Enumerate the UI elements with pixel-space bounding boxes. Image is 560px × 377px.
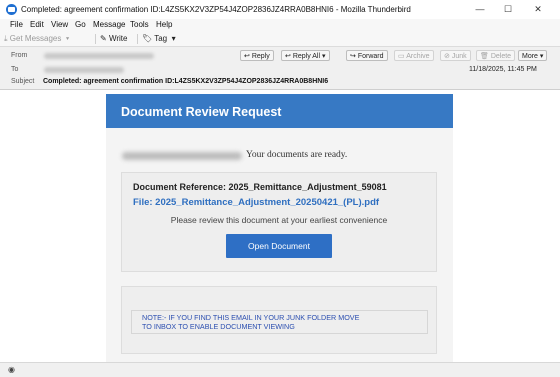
reply-all-button[interactable]: ↩ Reply All ▾ bbox=[281, 50, 330, 61]
reply-button[interactable]: ↩ Reply bbox=[240, 50, 274, 61]
write-label: Write bbox=[108, 34, 128, 43]
subject-value: Completed: agreement confirmation ID:L4Z… bbox=[43, 78, 329, 85]
menu-help[interactable]: Help bbox=[156, 20, 172, 29]
from-label: From bbox=[11, 52, 28, 59]
main-toolbar: ⤓ Get Messages ▾ ✎ Write 🏷 Tag ▾ bbox=[0, 32, 560, 47]
download-icon: ⤓ bbox=[4, 34, 8, 43]
menu-edit[interactable]: Edit bbox=[30, 20, 44, 29]
note-line-2: TO INBOX TO ENABLE DOCUMENT VIEWING bbox=[142, 321, 295, 331]
chevron-down-icon: ▾ bbox=[169, 34, 176, 43]
forward-icon: ↪ bbox=[350, 53, 358, 60]
reply-all-label: Reply All bbox=[292, 53, 321, 60]
junk-icon: ⊘ bbox=[444, 53, 452, 60]
reply-icon: ↩ bbox=[244, 53, 252, 60]
maximize-button[interactable]: ☐ bbox=[498, 3, 518, 16]
open-document-button[interactable]: Open Document bbox=[226, 234, 332, 258]
forward-label: Forward bbox=[357, 53, 384, 60]
to-label: To bbox=[11, 66, 19, 73]
greeting-text: Your documents are ready. bbox=[246, 150, 348, 160]
reply-all-icon: ↩ bbox=[285, 53, 293, 60]
from-value-redacted bbox=[44, 53, 154, 59]
delete-button[interactable]: 🗑 Delete bbox=[476, 50, 516, 61]
archive-button[interactable]: ▭ Archive bbox=[394, 50, 434, 61]
connection-icon: ◉ bbox=[8, 365, 15, 374]
message-header: From To Subject Completed: agreement con… bbox=[0, 47, 560, 90]
tag-icon: 🏷 bbox=[142, 34, 153, 43]
document-box: Document Reference: 2025_Remittance_Adju… bbox=[121, 172, 437, 272]
menu-view[interactable]: View bbox=[51, 20, 68, 29]
note-box: NOTE:- IF YOU FIND THIS EMAIL IN YOUR JU… bbox=[121, 286, 437, 354]
to-value-redacted bbox=[44, 67, 124, 73]
menu-bar: File Edit View Go Message Tools Help bbox=[0, 19, 560, 32]
menu-tools[interactable]: Tools bbox=[130, 20, 149, 29]
forward-button[interactable]: ↪ Forward bbox=[346, 50, 388, 61]
document-file-link[interactable]: File: 2025_Remittance_Adjustment_2025042… bbox=[133, 197, 379, 208]
reply-label: Reply bbox=[251, 53, 270, 60]
thunderbird-icon bbox=[6, 4, 17, 15]
more-button[interactable]: More ▾ bbox=[518, 50, 548, 61]
close-button[interactable]: ✕ bbox=[528, 3, 548, 16]
tag-label: Tag bbox=[154, 34, 168, 43]
junk-button[interactable]: ⊘ Junk bbox=[440, 50, 471, 61]
chevron-down-icon: ▾ bbox=[537, 53, 544, 60]
email-banner-title: Document Review Request bbox=[121, 105, 282, 119]
email-banner: Document Review Request bbox=[106, 94, 453, 128]
review-instruction: Please review this document at your earl… bbox=[170, 215, 388, 225]
recipient-redacted bbox=[122, 152, 242, 160]
write-button[interactable]: ✎ Write bbox=[100, 33, 127, 45]
note-panel: NOTE:- IF YOU FIND THIS EMAIL IN YOUR JU… bbox=[131, 310, 428, 334]
archive-icon: ▭ bbox=[398, 53, 407, 60]
menu-message[interactable]: Message bbox=[93, 20, 125, 29]
subject-label: Subject bbox=[11, 78, 35, 85]
window-title: Completed: agreement confirmation ID:L4Z… bbox=[21, 5, 411, 14]
document-reference: Document Reference: 2025_Remittance_Adju… bbox=[133, 182, 387, 192]
tag-button[interactable]: 🏷 Tag ▾ bbox=[142, 33, 176, 45]
trash-icon: 🗑 bbox=[480, 53, 491, 60]
pencil-icon: ✎ bbox=[100, 34, 107, 43]
archive-label: Archive bbox=[406, 53, 430, 60]
minimize-button[interactable]: — bbox=[470, 3, 490, 16]
toolbar-divider bbox=[95, 34, 96, 44]
toolbar-divider bbox=[137, 34, 138, 44]
status-bar: ◉ bbox=[0, 362, 560, 377]
email-content: Document Review Request Your documents a… bbox=[106, 94, 453, 362]
message-body: Document Review Request Your documents a… bbox=[0, 90, 560, 362]
menu-file[interactable]: File bbox=[10, 20, 23, 29]
more-label: More bbox=[522, 53, 538, 60]
message-date: 11/18/2025, 11:45 PM bbox=[469, 66, 537, 73]
delete-label: Delete bbox=[490, 53, 512, 60]
title-bar: Completed: agreement confirmation ID:L4Z… bbox=[0, 0, 560, 20]
menu-go[interactable]: Go bbox=[75, 20, 86, 29]
get-messages-label: Get Messages bbox=[9, 34, 62, 43]
junk-label: Junk bbox=[451, 53, 467, 60]
get-messages-button[interactable]: ⤓ Get Messages ▾ bbox=[4, 33, 69, 45]
chevron-down-icon: ▾ bbox=[320, 53, 326, 60]
junk-folder-note: NOTE:- IF YOU FIND THIS EMAIL IN YOUR JU… bbox=[142, 313, 359, 331]
chevron-down-icon: ▾ bbox=[63, 34, 70, 43]
